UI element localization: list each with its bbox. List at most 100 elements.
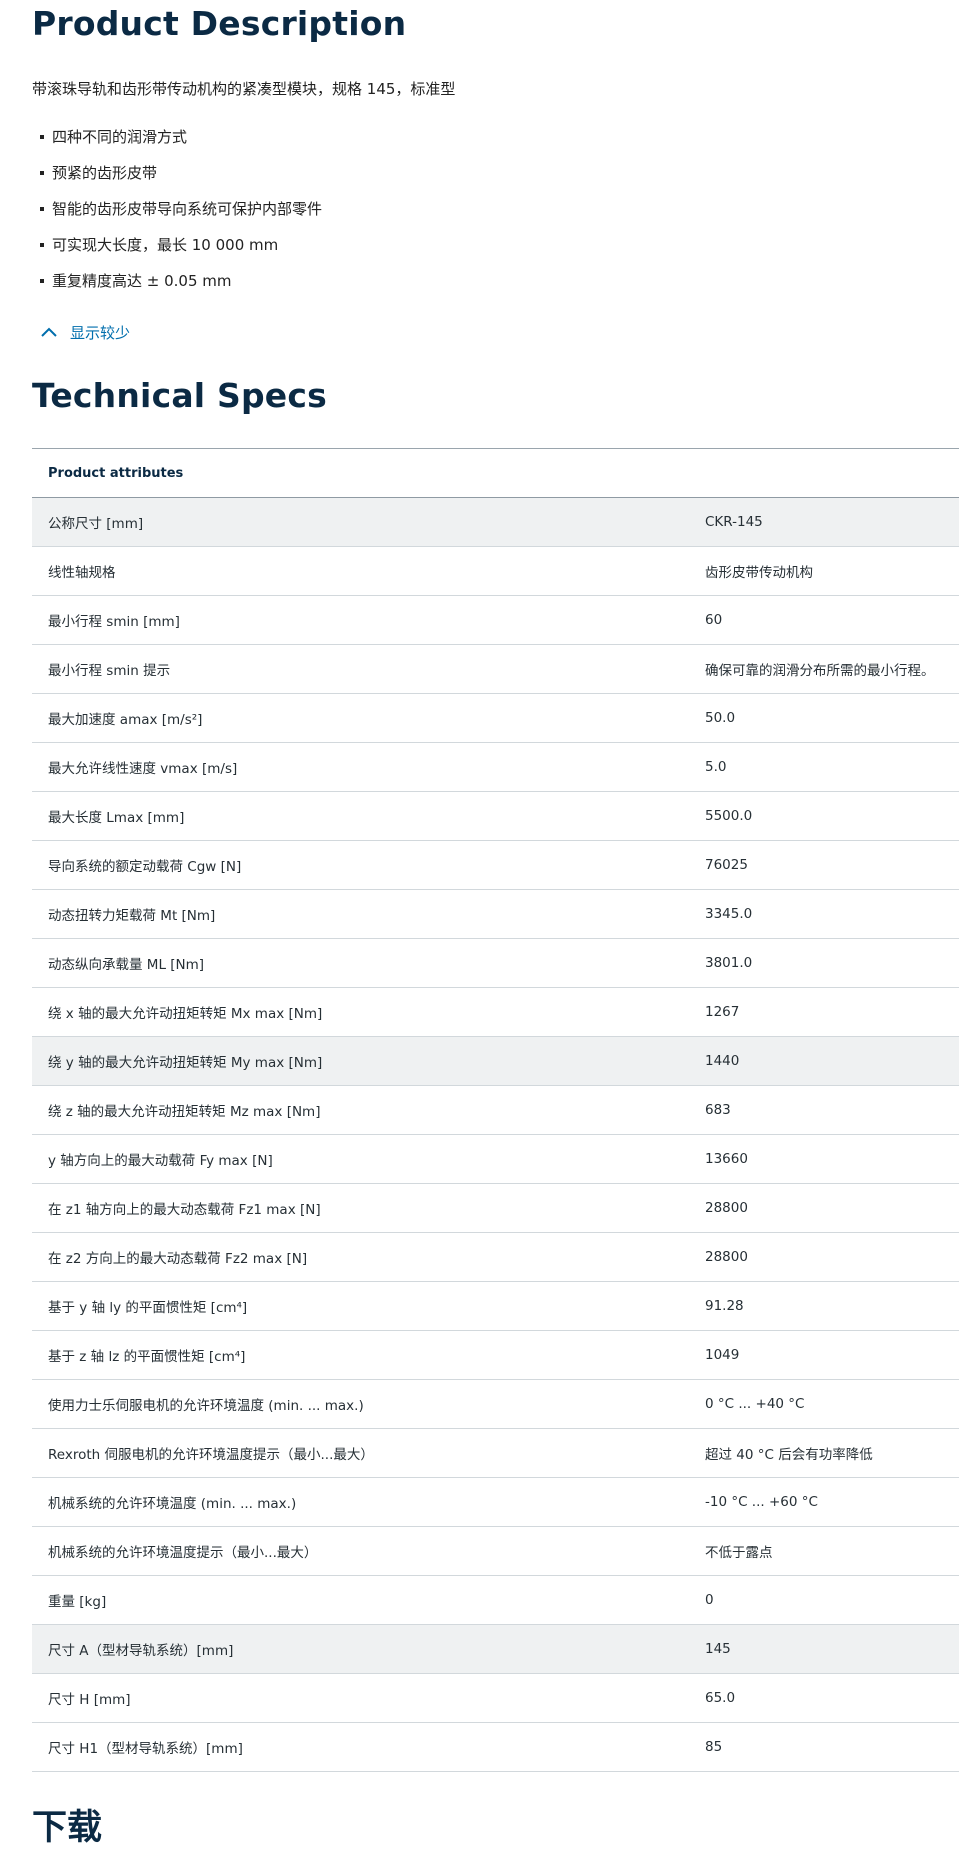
spec-label: 动态扭转力矩载荷 Mt [Nm] bbox=[48, 908, 216, 924]
spec-value: 1440 bbox=[705, 1053, 740, 1069]
spec-value: 0 °C ... +40 °C bbox=[705, 1396, 805, 1412]
feature-item: 智能的齿形皮带导向系统可保护内部零件 bbox=[32, 196, 322, 232]
page: Product Description 带滚珠导轨和齿形带传动机构的紧凑型模块，… bbox=[0, 0, 959, 1860]
spec-label: 机械系统的允许环境温度 (min. ... max.) bbox=[48, 1496, 297, 1512]
spec-row: 绕 z 轴的最大允许动扭矩转矩 Mz max [Nm] 683 bbox=[32, 1086, 959, 1135]
spec-label: 尺寸 H1（型材导轨系统）[mm] bbox=[48, 1741, 243, 1757]
spec-value: 28800 bbox=[705, 1200, 748, 1216]
spec-value: 3345.0 bbox=[705, 906, 753, 922]
spec-row: 绕 x 轴的最大允许动扭矩转矩 Mx max [Nm] 1267 bbox=[32, 988, 959, 1037]
spec-row: 最大加速度 amax [m/s²] 50.0 bbox=[32, 694, 959, 743]
bullet-icon bbox=[40, 207, 44, 211]
spec-table-header: Product attributes bbox=[32, 449, 959, 498]
spec-value: 5500.0 bbox=[705, 808, 753, 824]
spec-row: 尺寸 A（型材导轨系统）[mm] 145 bbox=[32, 1625, 959, 1674]
feature-text: 四种不同的润滑方式 bbox=[52, 128, 188, 146]
spec-label: 最小行程 smin 提示 bbox=[48, 663, 171, 679]
spec-value: 确保可靠的润滑分布所需的最小行程。 bbox=[705, 663, 935, 679]
feature-list: 四种不同的润滑方式 预紧的齿形皮带智能的齿形皮带导向系统可保护内部零件 可实现大长度… bbox=[32, 124, 322, 304]
spec-value: 76025 bbox=[705, 857, 748, 873]
spec-row: 导向系统的额定动载荷 Cgw [N] 76025 bbox=[32, 841, 959, 890]
spec-value: 1267 bbox=[705, 1004, 740, 1020]
feature-text: 智能的齿形皮带导向系统可保护内部零件 bbox=[52, 200, 323, 218]
spec-row: 尺寸 H [mm] 65.0 bbox=[32, 1674, 959, 1723]
spec-row: 在 z2 方向上的最大动态载荷 Fz2 max [N] 28800 bbox=[32, 1233, 959, 1282]
feature-text: 可实现大长度，最长 10 000 mm bbox=[52, 236, 279, 254]
feature-text: 重复精度高达 ± 0.05 mm bbox=[52, 272, 232, 290]
spec-value: 0 bbox=[705, 1592, 714, 1608]
spec-row: 基于 y 轴 ly 的平面惯性矩 [cm⁴] 91.28 bbox=[32, 1282, 959, 1331]
spec-label: 基于 z 轴 lz 的平面惯性矩 [cm⁴] bbox=[48, 1349, 246, 1365]
spec-row: 公称尺寸 [mm] CKR-145 bbox=[32, 498, 959, 547]
spec-row: 绕 y 轴的最大允许动扭矩转矩 My max [Nm] 1440 bbox=[32, 1037, 959, 1086]
spec-value: 13660 bbox=[705, 1151, 748, 1167]
spec-row: 最大长度 Lmax [mm] 5500.0 bbox=[32, 792, 959, 841]
spec-label: 最大允许线性速度 vmax [m/s] bbox=[48, 761, 238, 777]
feature-item: 预紧的齿形皮带 bbox=[32, 160, 322, 196]
spec-value: 5.0 bbox=[705, 759, 727, 775]
spec-label: 公称尺寸 [mm] bbox=[48, 516, 144, 532]
spec-label: 绕 y 轴的最大允许动扭矩转矩 My max [Nm] bbox=[48, 1055, 323, 1071]
technical-specs-heading: Technical Specs bbox=[32, 376, 327, 415]
spec-label: 重量 [kg] bbox=[48, 1594, 107, 1610]
spec-table-body: 公称尺寸 [mm] CKR-145 线性轴规格 齿形皮带传动机构最小行程 smin [… bbox=[32, 498, 959, 1772]
spec-label: 线性轴规格 bbox=[48, 565, 116, 581]
spec-row: 使用力士乐伺服电机的允许环境温度 (min. ... max.) 0 °C ...… bbox=[32, 1380, 959, 1429]
product-description-heading: Product Description bbox=[32, 4, 407, 43]
spec-label: 在 z2 方向上的最大动态载荷 Fz2 max [N] bbox=[48, 1251, 308, 1267]
spec-value: 91.28 bbox=[705, 1298, 744, 1314]
spec-value: 超过 40 °C 后会有功率降低 bbox=[705, 1447, 873, 1463]
bullet-icon bbox=[40, 279, 44, 283]
spec-row: 动态扭转力矩载荷 Mt [Nm] 3345.0 bbox=[32, 890, 959, 939]
spec-label: 机械系统的允许环境温度提示（最小...最大） bbox=[48, 1545, 318, 1561]
spec-label: 基于 y 轴 ly 的平面惯性矩 [cm⁴] bbox=[48, 1300, 248, 1316]
feature-text: 预紧的齿形皮带 bbox=[52, 164, 158, 182]
spec-label: y 轴方向上的最大动载荷 Fy max [N] bbox=[48, 1153, 273, 1169]
spec-row: 在 z1 轴方向上的最大动态载荷 Fz1 max [N] 28800 bbox=[32, 1184, 959, 1233]
product-intro: 带滚珠导轨和齿形带传动机构的紧凑型模块，规格 145，标准型 bbox=[32, 80, 456, 98]
bullet-icon bbox=[40, 243, 44, 247]
spec-value: 683 bbox=[705, 1102, 731, 1118]
bullet-icon bbox=[40, 135, 44, 139]
spec-table: Product attributes 公称尺寸 [mm] CKR-145 线性轴规格… bbox=[32, 448, 959, 1772]
spec-value: CKR-145 bbox=[705, 514, 763, 530]
feature-item: 可实现大长度，最长 10 000 mm bbox=[32, 232, 322, 268]
show-less-toggle[interactable]: 显示较少 bbox=[40, 319, 130, 345]
spec-row: 最大允许线性速度 vmax [m/s] 5.0 bbox=[32, 743, 959, 792]
spec-value: 28800 bbox=[705, 1249, 748, 1265]
spec-row: 机械系统的允许环境温度提示（最小...最大） 不低于露点 bbox=[32, 1527, 959, 1576]
spec-value: 60 bbox=[705, 612, 723, 628]
spec-value: 85 bbox=[705, 1739, 723, 1755]
spec-value: 齿形皮带传动机构 bbox=[705, 565, 813, 581]
spec-value: 不低于露点 bbox=[705, 1545, 773, 1561]
spec-row: 机械系统的允许环境温度 (min. ... max.) -10 °C ... +6… bbox=[32, 1478, 959, 1527]
spec-row: 线性轴规格 齿形皮带传动机构 bbox=[32, 547, 959, 596]
spec-label: 使用力士乐伺服电机的允许环境温度 (min. ... max.) bbox=[48, 1398, 364, 1414]
chevron-up-icon bbox=[41, 327, 57, 337]
feature-item: 四种不同的润滑方式 bbox=[32, 124, 322, 160]
spec-label: 导向系统的额定动载荷 Cgw [N] bbox=[48, 859, 242, 875]
spec-value: 1049 bbox=[705, 1347, 740, 1363]
show-less-label: 显示较少 bbox=[70, 323, 131, 342]
spec-value: 3801.0 bbox=[705, 955, 753, 971]
downloads-heading: 下载 bbox=[32, 1808, 103, 1848]
spec-label: 尺寸 H [mm] bbox=[48, 1692, 131, 1708]
spec-row: 动态纵向承载量 ML [Nm] 3801.0 bbox=[32, 939, 959, 988]
spec-value: 145 bbox=[705, 1641, 731, 1657]
spec-row: 重量 [kg] 0 bbox=[32, 1576, 959, 1625]
spec-row: 最小行程 smin 提示 确保可靠的润滑分布所需的最小行程。 bbox=[32, 645, 959, 694]
spec-value: 50.0 bbox=[705, 710, 736, 726]
spec-row: 基于 z 轴 lz 的平面惯性矩 [cm⁴] 1049 bbox=[32, 1331, 959, 1380]
spec-label: 动态纵向承载量 ML [Nm] bbox=[48, 957, 205, 973]
spec-row: 尺寸 H1（型材导轨系统）[mm] 85 bbox=[32, 1723, 959, 1772]
spec-label: 尺寸 A（型材导轨系统）[mm] bbox=[48, 1643, 234, 1659]
spec-value: -10 °C ... +60 °C bbox=[705, 1494, 818, 1510]
spec-row: y 轴方向上的最大动载荷 Fy max [N] 13660 bbox=[32, 1135, 959, 1184]
spec-value: 65.0 bbox=[705, 1690, 736, 1706]
spec-label: 最大加速度 amax [m/s²] bbox=[48, 712, 203, 728]
spec-label: 最小行程 smin [mm] bbox=[48, 614, 180, 630]
spec-label: Rexroth 伺服电机的允许环境温度提示（最小...最大） bbox=[48, 1447, 374, 1463]
feature-item: 重复精度高达 ± 0.05 mm bbox=[32, 268, 322, 304]
bullet-icon bbox=[40, 171, 44, 175]
spec-row: Rexroth 伺服电机的允许环境温度提示（最小...最大） 超过 40 °C 后… bbox=[32, 1429, 959, 1478]
